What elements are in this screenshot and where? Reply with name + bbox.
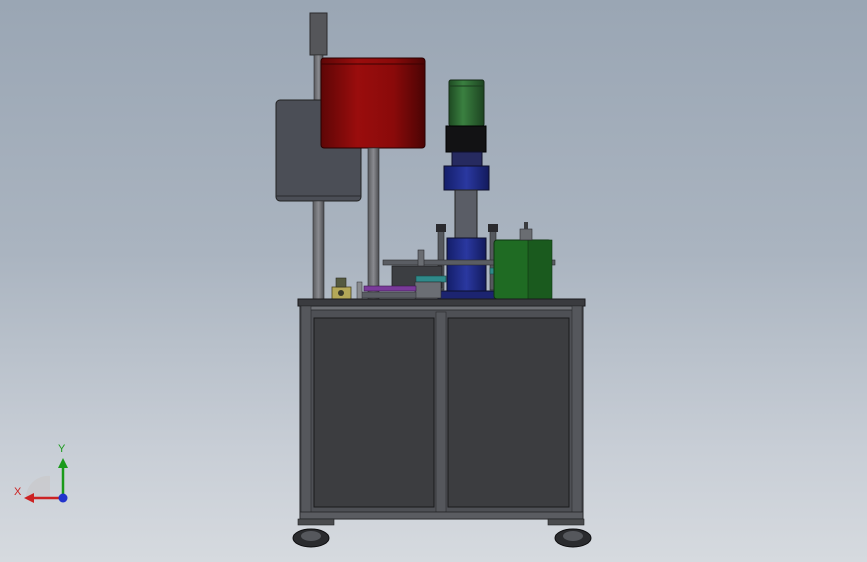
cabinet-door-left bbox=[313, 317, 435, 508]
triad-plane-icon bbox=[25, 475, 50, 498]
center-support-pole bbox=[367, 147, 380, 300]
cabinet bbox=[299, 305, 584, 520]
table-top bbox=[297, 298, 586, 307]
small-fixtures bbox=[331, 277, 363, 301]
cad-viewport[interactable] bbox=[0, 0, 867, 562]
caster-left bbox=[292, 518, 335, 548]
red-housing bbox=[320, 57, 426, 149]
triad-y-label: Y bbox=[58, 443, 66, 455]
triad-x-label: X bbox=[14, 486, 22, 498]
press-motor-assembly bbox=[437, 79, 497, 300]
cabinet-door-right bbox=[447, 317, 570, 508]
machine-model[interactable] bbox=[0, 0, 867, 562]
green-feeder-block bbox=[493, 222, 553, 300]
caster-right bbox=[547, 518, 592, 548]
purple-rail bbox=[363, 285, 417, 292]
left-support-pole bbox=[312, 200, 325, 300]
purple-rail-lower bbox=[359, 291, 417, 299]
z-axis-dot-icon bbox=[58, 493, 68, 503]
coordinate-triad bbox=[10, 440, 80, 510]
